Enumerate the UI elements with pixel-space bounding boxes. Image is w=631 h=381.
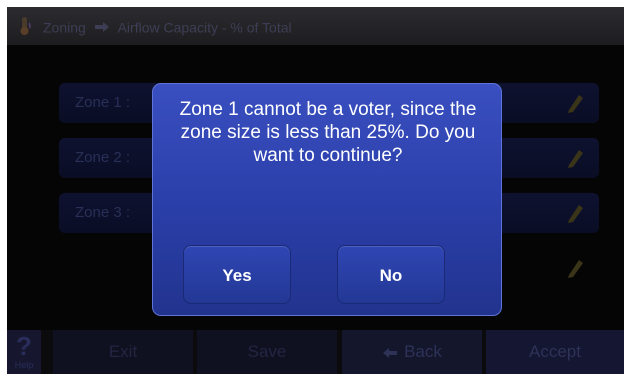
help-question-icon: ? [16, 331, 32, 361]
breadcrumb: Zoning Airflow Capacity - % of Total [43, 18, 292, 35]
pencil-icon[interactable] [565, 202, 585, 224]
zone-label: Zone 3 : [75, 204, 131, 221]
help-button[interactable]: ? Help [7, 330, 41, 374]
arrow-left-icon [383, 347, 398, 358]
breadcrumb-section: Zoning [43, 19, 86, 36]
breadcrumb-page: Airflow Capacity - % of Total [117, 19, 292, 36]
thermostat-screen: Zoning Airflow Capacity - % of Total Zon… [7, 7, 624, 374]
arrow-right-icon [94, 22, 109, 33]
pencil-icon[interactable] [565, 92, 585, 114]
zone-label: Zone 2 : [75, 149, 131, 166]
save-button[interactable]: Save [197, 330, 337, 374]
pencil-icon[interactable] [565, 147, 585, 169]
back-button[interactable]: Back [342, 330, 482, 374]
dialog-message: Zone 1 cannot be a voter, since the zone… [179, 99, 477, 166]
thermostat-flame-icon [20, 17, 31, 35]
bottom-bar: ? Help Exit Save Back Accept [7, 330, 624, 374]
yes-button[interactable]: Yes [183, 245, 291, 304]
pencil-icon[interactable] [565, 257, 585, 279]
confirmation-dialog: Zone 1 cannot be a voter, since the zone… [152, 83, 502, 316]
exit-button[interactable]: Exit [53, 330, 193, 374]
help-label: Help [14, 360, 34, 370]
no-button[interactable]: No [337, 245, 445, 304]
back-label: Back [404, 342, 442, 361]
accept-button[interactable]: Accept [486, 330, 624, 374]
zone-label: Zone 1 : [75, 94, 131, 111]
header-bar: Zoning Airflow Capacity - % of Total [7, 7, 624, 45]
